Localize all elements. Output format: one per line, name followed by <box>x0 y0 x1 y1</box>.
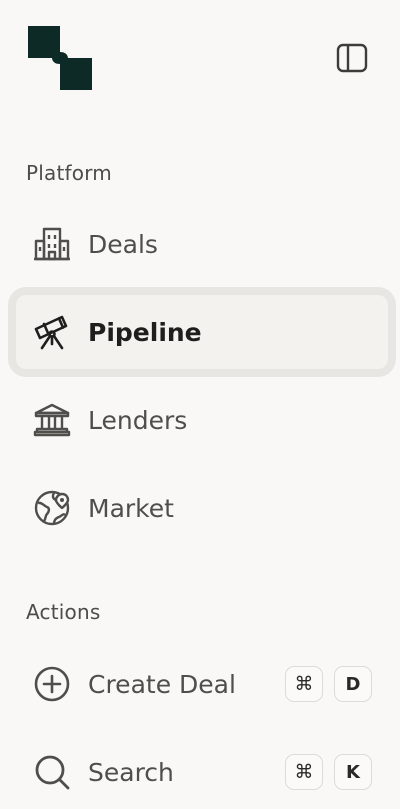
shortcut-key-d: D <box>334 666 372 702</box>
shortcut-key-command: ⌘ <box>285 666 323 702</box>
sidebar-item-market[interactable]: Market <box>16 471 388 545</box>
brand-logo-mark <box>28 26 92 90</box>
sidebar-toggle-button[interactable] <box>334 40 370 76</box>
sidebar-item-lenders[interactable]: Lenders <box>16 383 388 457</box>
section-label-platform: Platform <box>26 161 112 185</box>
building-icon <box>32 224 72 264</box>
sidebar-item-label: Lenders <box>88 405 188 435</box>
sidebar-item-label: Deals <box>88 229 158 259</box>
sidebar-item-deals[interactable]: Deals <box>16 207 388 281</box>
sidebar-item-pipeline[interactable]: Pipeline <box>16 295 388 369</box>
shortcut-key-command: ⌘ <box>285 754 323 790</box>
action-search[interactable]: Search ⌘ K <box>16 735 388 809</box>
telescope-icon <box>32 312 72 352</box>
section-label-actions: Actions <box>26 600 101 624</box>
action-create-deal[interactable]: Create Deal ⌘ D <box>16 647 388 721</box>
plus-circle-icon <box>32 664 72 704</box>
bank-icon <box>32 400 72 440</box>
sidebar-item-label: Pipeline <box>88 317 202 347</box>
sidebar-item-label: Market <box>88 493 174 523</box>
sidebar: Platform Deals Pipeline Lenders Market A… <box>0 0 400 808</box>
action-label: Create Deal <box>88 669 236 699</box>
brand-logo[interactable] <box>28 26 92 90</box>
shortcut-key-k: K <box>334 754 372 790</box>
sidebar-panel-icon <box>336 43 368 73</box>
search-icon <box>32 752 72 792</box>
globe-icon <box>32 488 72 528</box>
action-label: Search <box>88 757 174 787</box>
